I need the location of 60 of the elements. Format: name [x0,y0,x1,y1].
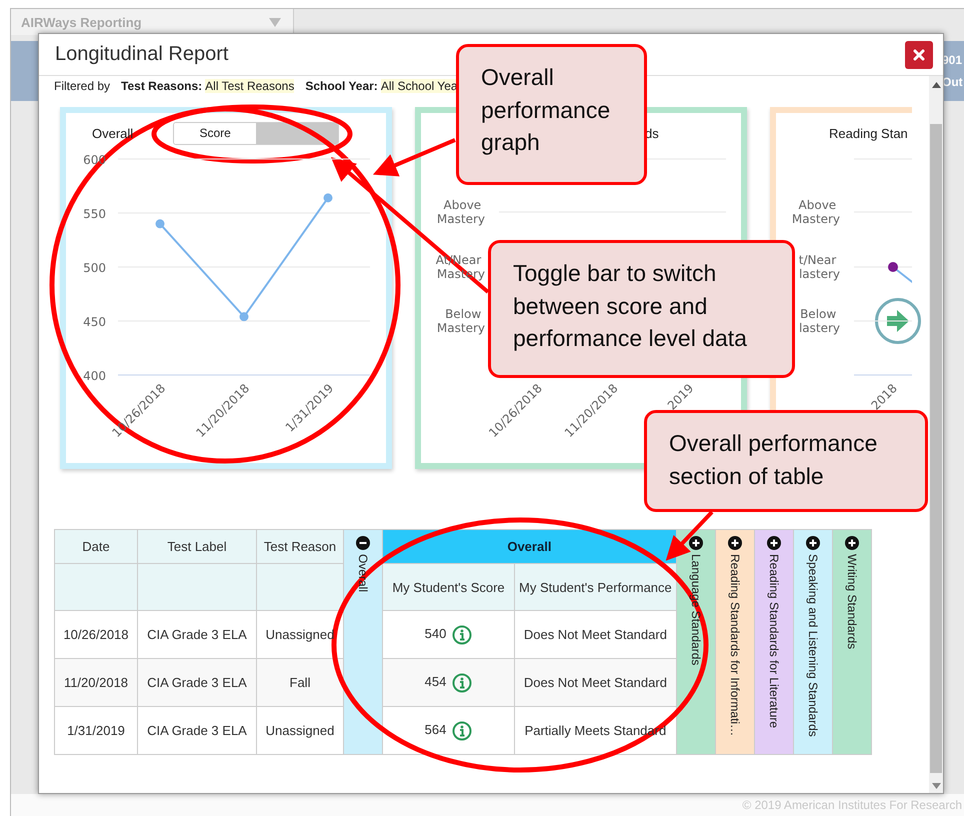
expand-icon[interactable] [766,536,781,550]
expand-icon[interactable] [728,536,742,550]
axis-label: 450 [83,315,106,329]
chart-title: Overall [92,126,134,140]
scroll-down-icon[interactable] [932,783,940,789]
date-text: 1/31/2019 [67,723,125,738]
chart-title: Reading Stan [829,126,908,140]
date-text: 11/20/2018 [64,675,128,690]
collapse-icon[interactable] [356,536,370,550]
column-label: Speaking and Listening Standards [806,554,820,737]
test-reason-text: Unassigned [266,723,334,738]
axis-label: 400 [83,369,106,383]
standard-column-toggle[interactable]: Writing Standards [832,530,872,754]
column-label: Overall [356,554,370,592]
date-text: 10/26/2018 [63,627,129,642]
column-header: Date [82,539,110,554]
performance-text: Does Not Meet Standard [524,675,667,690]
column-label: Reading Standards for Informati… [728,554,742,736]
score-value: 564 [424,722,446,737]
app-title: AIRWays Reporting [21,14,143,30]
filter-value: All Test Reasons [205,79,294,93]
test-label-text: CIA Grade 3 ELA [147,627,247,642]
callout-text: Overall performance graph [481,64,610,156]
column-label: Reading Standards for Literature [766,554,781,728]
info-icon[interactable] [452,624,472,644]
test-reason-text: Fall [290,675,310,690]
axis-label: 550 [83,207,106,221]
arrow-right-icon [885,309,911,333]
close-button[interactable] [905,40,933,68]
standard-column-toggle[interactable]: Reading Standards for Informati… [715,530,754,754]
info-icon[interactable] [452,672,472,692]
scrollbar[interactable] [929,76,943,793]
column-label: Language Standards [688,554,703,666]
info-icon[interactable] [452,720,472,740]
filter-name: School Year: [305,79,378,93]
score-value: 454 [424,674,446,689]
column-header: My Student's Score [392,580,505,594]
score-value: 540 [424,626,446,641]
expand-icon[interactable] [806,536,820,550]
column-header: Test Label [167,539,227,554]
scroll-up-icon[interactable] [932,82,940,88]
callout-text: Overall performance section of table [669,430,878,489]
column-header: My Student's Performance [519,580,672,594]
test-label-text: CIA Grade 3 ELA [147,723,247,738]
overall-column-toggle[interactable]: Overall [344,530,382,754]
axis-label: 500 [83,261,106,275]
test-label-text: CIA Grade 3 ELA [147,675,247,690]
column-label: Writing Standards [844,554,859,650]
expand-icon[interactable] [844,536,859,550]
expand-icon[interactable] [688,536,703,550]
filter-label: Filtered by [54,79,110,93]
callout-text: Toggle bar to switch between score and performance level data [513,260,747,352]
dialog-title: Longitudinal Report [55,43,228,66]
standard-column-toggle[interactable]: Speaking and Listening Standards [793,530,832,754]
group-header: Overall [382,530,676,564]
close-icon [913,48,925,60]
column-header: Test Reason [264,539,336,554]
filter-name: Test Reasons: [121,79,202,93]
performance-text: Does Not Meet Standard [524,627,667,642]
standard-column-toggle[interactable]: Reading Standards for Literature [754,530,794,754]
